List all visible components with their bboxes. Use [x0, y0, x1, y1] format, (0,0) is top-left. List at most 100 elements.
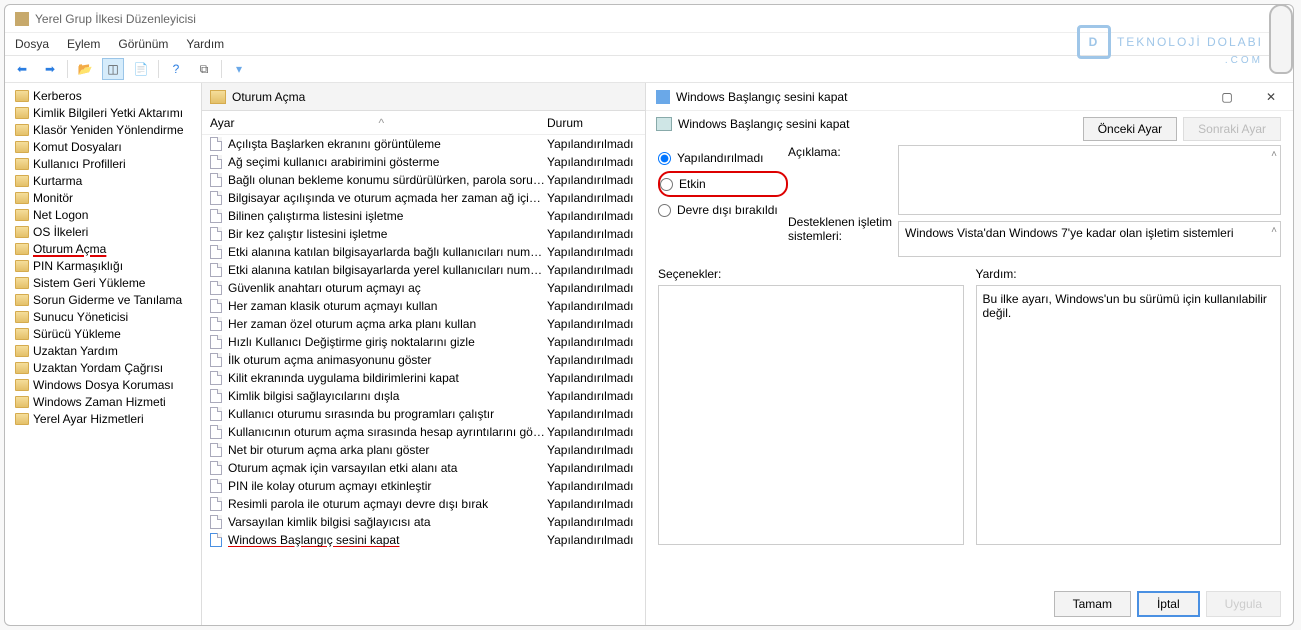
- options-box[interactable]: [658, 285, 964, 545]
- close-icon[interactable]: ✕: [1249, 84, 1293, 110]
- list-item[interactable]: Her zaman klasik oturum açmayı kullanYap…: [202, 297, 645, 315]
- tree-label: OS İlkeleri: [33, 225, 88, 239]
- chevron-up-icon[interactable]: ˄: [1271, 225, 1277, 236]
- policy-item-icon: [210, 497, 222, 511]
- list-item[interactable]: Kullanıcının oturum açma sırasında hesap…: [202, 423, 645, 441]
- list-item[interactable]: Bilgisayar açılışında ve oturum açmada h…: [202, 189, 645, 207]
- description-box[interactable]: ˄: [898, 145, 1281, 215]
- list-item-label: Ağ seçimi kullanıcı arabirimini gösterme: [228, 155, 547, 169]
- menu-item[interactable]: Eylem: [67, 37, 100, 51]
- list-item[interactable]: Kimlik bilgisi sağlayıcılarını dışlaYapı…: [202, 387, 645, 405]
- radio-input[interactable]: [660, 178, 673, 191]
- supported-os-box[interactable]: Windows Vista'dan Windows 7'ye kadar ola…: [898, 221, 1281, 257]
- list-item-label: Kimlik bilgisi sağlayıcılarını dışla: [228, 389, 547, 403]
- ok-button[interactable]: Tamam: [1054, 591, 1131, 617]
- col-durum[interactable]: Durum: [547, 116, 637, 130]
- list-item[interactable]: Net bir oturum açma arka planı gösterYap…: [202, 441, 645, 459]
- tree-item[interactable]: Kimlik Bilgileri Yetki Aktarımı: [5, 104, 201, 121]
- tree-item[interactable]: Uzaktan Yordam Çağrısı: [5, 359, 201, 376]
- folder-up-icon[interactable]: 📂: [74, 58, 96, 80]
- tree-item[interactable]: PIN Karmaşıklığı: [5, 257, 201, 274]
- policy-dialog: Windows Başlangıç sesini kapat ▢ ✕ Windo…: [646, 83, 1293, 625]
- tree-pane[interactable]: KerberosKimlik Bilgileri Yetki Aktarımı K…: [5, 83, 202, 625]
- tree-item[interactable]: Windows Zaman Hizmeti: [5, 393, 201, 410]
- tree-item[interactable]: Sistem Geri Yükleme: [5, 274, 201, 291]
- tree-item[interactable]: Sunucu Yöneticisi: [5, 308, 201, 325]
- radio-input[interactable]: [658, 204, 671, 217]
- forward-icon[interactable]: ➡: [39, 58, 61, 80]
- list-item-state: Yapılandırılmadı: [547, 209, 637, 223]
- tree-item[interactable]: Net Logon: [5, 206, 201, 223]
- tree-item[interactable]: Kullanıcı Profilleri: [5, 155, 201, 172]
- list-item[interactable]: Kilit ekranında uygulama bildirimlerini …: [202, 369, 645, 387]
- radio-input[interactable]: [658, 152, 671, 165]
- tree-item[interactable]: Sorun Giderme ve Tanılama: [5, 291, 201, 308]
- col-ayar[interactable]: Ayar: [210, 116, 234, 130]
- list-item[interactable]: Varsayılan kimlik bilgisi sağlayıcısı at…: [202, 513, 645, 531]
- list-item[interactable]: Güvenlik anahtarı oturum açmayı açYapıla…: [202, 279, 645, 297]
- radio-enabled[interactable]: Etkin: [658, 171, 788, 197]
- policy-item-icon: [210, 407, 222, 421]
- list-item[interactable]: İlk oturum açma animasyonunu gösterYapıl…: [202, 351, 645, 369]
- filter-icon[interactable]: ▾: [228, 58, 250, 80]
- tree-item[interactable]: Uzaktan Yardım: [5, 342, 201, 359]
- tree-item[interactable]: Monitör: [5, 189, 201, 206]
- titlebar[interactable]: Yerel Grup İlkesi Düzenleyicisi: [5, 5, 1293, 33]
- list-item[interactable]: Resimli parola ile oturum açmayı devre d…: [202, 495, 645, 513]
- tree-item[interactable]: Kurtarma: [5, 172, 201, 189]
- tree-label: Oturum Açma: [33, 242, 106, 256]
- export-icon[interactable]: 📄: [130, 58, 152, 80]
- radio-not-configured[interactable]: Yapılandırılmadı: [658, 145, 788, 171]
- list-item[interactable]: Hızlı Kullanıcı Değiştirme giriş noktala…: [202, 333, 645, 351]
- tree-label: Sunucu Yöneticisi: [33, 310, 128, 324]
- help-box[interactable]: Bu ilke ayarı, Windows'un bu sürümü için…: [976, 285, 1282, 545]
- list-item[interactable]: Ağ seçimi kullanıcı arabirimini gösterme…: [202, 153, 645, 171]
- list-item-label: Etki alanına katılan bilgisayarlarda bağ…: [228, 245, 547, 259]
- list-item[interactable]: Etki alanına katılan bilgisayarlarda bağ…: [202, 243, 645, 261]
- list-item[interactable]: Kullanıcı oturumu sırasında bu programla…: [202, 405, 645, 423]
- previous-setting-button[interactable]: Önceki Ayar: [1083, 117, 1177, 141]
- tree-item[interactable]: Oturum Açma: [5, 240, 201, 257]
- sort-icon[interactable]: ^: [378, 116, 384, 130]
- tree-item[interactable]: Klasör Yeniden Yönlendirme: [5, 121, 201, 138]
- list-item-state: Yapılandırılmadı: [547, 461, 637, 475]
- tree-item[interactable]: Windows Dosya Koruması: [5, 376, 201, 393]
- menu-item[interactable]: Görünüm: [118, 37, 168, 51]
- folder-icon: [15, 260, 29, 272]
- tree-item[interactable]: Yerel Ayar Hizmetleri: [5, 410, 201, 427]
- radio-disabled[interactable]: Devre dışı bırakıldı: [658, 197, 788, 223]
- list-item-state: Yapılandırılmadı: [547, 479, 637, 493]
- dialog-title: Windows Başlangıç sesini kapat: [676, 90, 847, 104]
- tree-item[interactable]: Kerberos: [5, 87, 201, 104]
- list-item[interactable]: PIN ile kolay oturum açmayı etkinleştirY…: [202, 477, 645, 495]
- list-body[interactable]: Açılışta Başlarken ekranını görüntülemeY…: [202, 135, 645, 625]
- list-item[interactable]: Etki alanına katılan bilgisayarlarda yer…: [202, 261, 645, 279]
- list-item[interactable]: Bilinen çalıştırma listesini işletmeYapı…: [202, 207, 645, 225]
- view-icon[interactable]: ◫: [102, 58, 124, 80]
- tree-item[interactable]: Komut Dosyaları: [5, 138, 201, 155]
- list-item-label: Resimli parola ile oturum açmayı devre d…: [228, 497, 547, 511]
- tree-item[interactable]: OS İlkeleri: [5, 223, 201, 240]
- list-item-label: PIN ile kolay oturum açmayı etkinleştir: [228, 479, 547, 493]
- help-icon[interactable]: ?: [165, 58, 187, 80]
- policy-item-icon: [210, 389, 222, 403]
- back-icon[interactable]: ⬅: [11, 58, 33, 80]
- maximize-icon[interactable]: ▢: [1205, 84, 1249, 110]
- list-item[interactable]: Her zaman özel oturum açma arka planı ku…: [202, 315, 645, 333]
- menu-item[interactable]: Dosya: [15, 37, 49, 51]
- list-columns[interactable]: Ayar ^ Durum: [202, 111, 645, 135]
- tree-item[interactable]: Sürücü Yükleme: [5, 325, 201, 342]
- tree-label: Klasör Yeniden Yönlendirme: [33, 123, 184, 137]
- list-item[interactable]: Bağlı olunan bekleme konumu sürdürülürke…: [202, 171, 645, 189]
- chevron-up-icon[interactable]: ˄: [1271, 149, 1277, 160]
- dialog-titlebar[interactable]: Windows Başlangıç sesini kapat ▢ ✕: [646, 83, 1293, 111]
- menu-item[interactable]: Yardım: [186, 37, 224, 51]
- list-item-label: Net bir oturum açma arka planı göster: [228, 443, 547, 457]
- properties-icon[interactable]: ⧉: [193, 58, 215, 80]
- next-setting-button: Sonraki Ayar: [1183, 117, 1281, 141]
- list-item[interactable]: Bir kez çalıştır listesini işletmeYapıla…: [202, 225, 645, 243]
- list-item[interactable]: Oturum açmak için varsayılan etki alanı …: [202, 459, 645, 477]
- list-item[interactable]: Windows Başlangıç sesini kapatYapılandır…: [202, 531, 645, 549]
- cancel-button[interactable]: İptal: [1137, 591, 1200, 617]
- list-item[interactable]: Açılışta Başlarken ekranını görüntülemeY…: [202, 135, 645, 153]
